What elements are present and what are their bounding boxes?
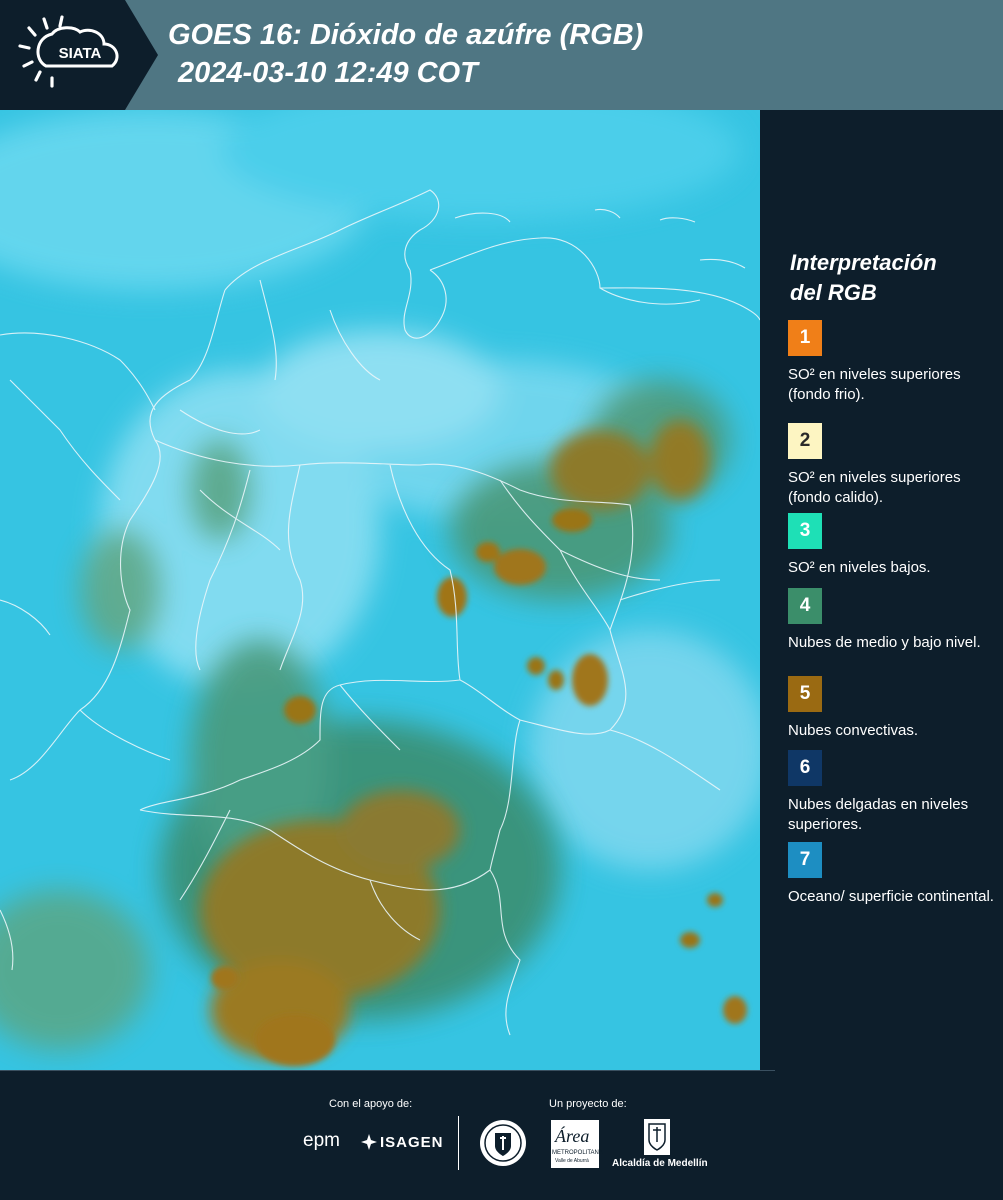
legend-item-4: 4 Nubes de medio y bajo nivel. <box>788 588 998 653</box>
project-label: Un proyecto de: <box>549 1098 627 1110</box>
footer-divider <box>458 1116 459 1170</box>
legend-title-line-2: del RGB <box>790 280 877 305</box>
legend-swatch: 1 <box>788 320 822 356</box>
legend-label: Nubes de medio y bajo nivel. <box>788 634 981 651</box>
title-line-2: 2024-03-10 12:49 COT <box>178 57 478 89</box>
page-title: GOES 16: Dióxido de azúfre (RGB) 2024-03… <box>168 16 643 92</box>
map-canvas <box>0 110 760 1070</box>
area-logo-text: Área <box>555 1126 590 1146</box>
legend-item-6: 6 Nubes delgadas en niveles superiores. <box>788 750 998 835</box>
footer: Con el apoyo de: Un proyecto de: epm ISA… <box>0 1070 1003 1200</box>
isagen-icon <box>361 1134 377 1150</box>
legend-item-5: 5 Nubes convectivas. <box>788 676 998 741</box>
support-label: Con el apoyo de: <box>329 1098 413 1110</box>
legend-label: SO² en niveles superiores (fondo calido)… <box>788 469 961 506</box>
area-logo-sub2: Valle de Aburrá <box>555 1158 589 1164</box>
logo-text: SIATA <box>59 45 102 62</box>
footer-divider-line <box>0 1070 775 1071</box>
legend-swatch: 3 <box>788 513 822 549</box>
legend-label: Nubes convectivas. <box>788 722 919 739</box>
alcaldia-shield-icon <box>644 1119 670 1155</box>
legend-swatch: 4 <box>788 588 822 624</box>
legend-panel: Interpretación del RGB 1 SO² en niveles s… <box>760 110 1003 1070</box>
legend-label: Oceano/ superficie continental. <box>788 888 994 905</box>
legend-swatch: 7 <box>788 842 822 878</box>
area-metropolitana-logo: Área METROPOLITANA Valle de Aburrá <box>551 1120 603 1168</box>
isagen-logo: ISAGEN <box>380 1134 444 1151</box>
legend-label: SO² en niveles bajos. <box>788 559 931 576</box>
legend-item-2: 2 SO² en niveles superiores (fondo calido… <box>788 423 998 508</box>
legend-item-7: 7 Oceano/ superficie continental. <box>788 842 998 907</box>
legend-item-1: 1 SO² en niveles superiores (fondo frio). <box>788 320 998 405</box>
legend-title: Interpretación del RGB <box>790 248 990 308</box>
epm-logo: epm <box>303 1130 340 1151</box>
satellite-map[interactable] <box>0 110 760 1070</box>
legend-title-line-1: Interpretación <box>790 250 937 275</box>
area-logo-sub: METROPOLITANA <box>552 1150 603 1156</box>
legend-item-3: 3 SO² en niveles bajos. <box>788 513 998 578</box>
legend-label: SO² en niveles superiores (fondo frio). <box>788 366 961 403</box>
legend-swatch: 2 <box>788 423 822 459</box>
alcaldia-label: Alcaldía de Medellín <box>612 1158 708 1169</box>
medellin-seal-icon <box>480 1120 526 1166</box>
legend-swatch: 5 <box>788 676 822 712</box>
siata-logo: SIATA <box>0 0 158 110</box>
legend-label: Nubes delgadas en niveles superiores. <box>788 796 969 833</box>
legend-swatch: 6 <box>788 750 822 786</box>
title-line-1: GOES 16: Dióxido de azúfre (RGB) <box>168 19 644 51</box>
header-bar: SIATA GOES 16: Dióxido de azúfre (RGB) 2… <box>0 0 1003 110</box>
